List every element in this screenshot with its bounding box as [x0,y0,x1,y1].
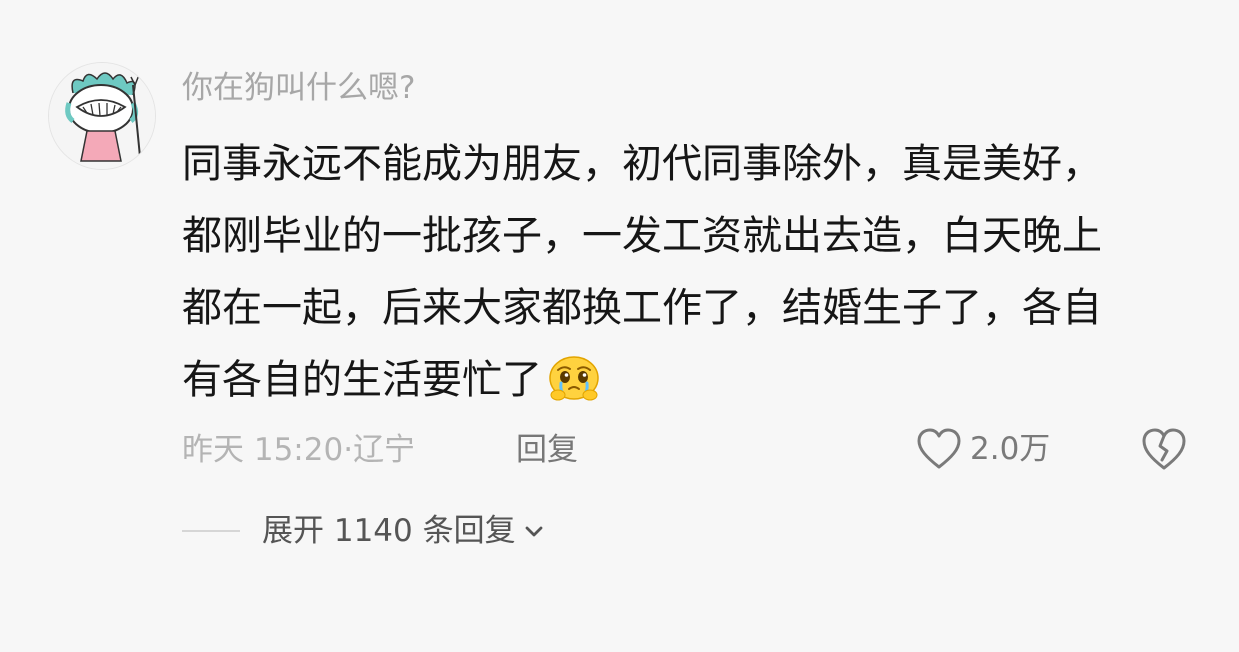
timestamp: 昨天 15:20 [182,432,344,468]
location: 辽宁 [353,432,416,468]
expand-replies-label: 展开 1140 条回复 [262,513,516,549]
heart-outline-icon [917,428,961,469]
comment-text-line: 同事永远不能成为朋友，初代同事除外，真是美好， [182,141,1102,187]
comment-meta: 昨天 15:20·辽宁 [182,428,415,472]
chevron-down-icon [525,526,543,537]
broken-heart-icon [1142,428,1186,470]
comment-text: 同事永远不能成为朋友，初代同事除外，真是美好， 都刚毕业的一批孩子，一发工资就出… [182,128,1202,416]
crying-face-emoji-icon [546,352,602,424]
reply-button[interactable]: 回复 [516,428,578,472]
like-count: 2.0万 [970,431,1051,467]
divider [182,530,240,532]
avatar-cartoon-icon [49,63,155,169]
expand-replies-button[interactable]: 展开 1140 条回复 [262,508,546,554]
comment-text-line: 都刚毕业的一批孩子，一发工资就出去造，白天晚上 [182,213,1102,259]
comment-text-line-last: 有各自的生活要忙了 [182,344,1202,416]
expand-replies-row: 展开 1140 条回复 [182,508,546,554]
username[interactable]: 你在狗叫什么嗯? [182,66,415,110]
avatar[interactable] [48,62,156,170]
comment-text-line: 都在一起，后来大家都换工作了，结婚生子了，各自 [182,285,1102,331]
meta-separator: · [343,432,354,468]
comment-text-line: 有各自的生活要忙了 [182,357,542,403]
dislike-button[interactable] [1140,426,1188,472]
like-button[interactable]: 2.0万 [916,426,1050,472]
comment-card: 你在狗叫什么嗯? 同事永远不能成为朋友，初代同事除外，真是美好， 都刚毕业的一批… [0,0,1239,652]
